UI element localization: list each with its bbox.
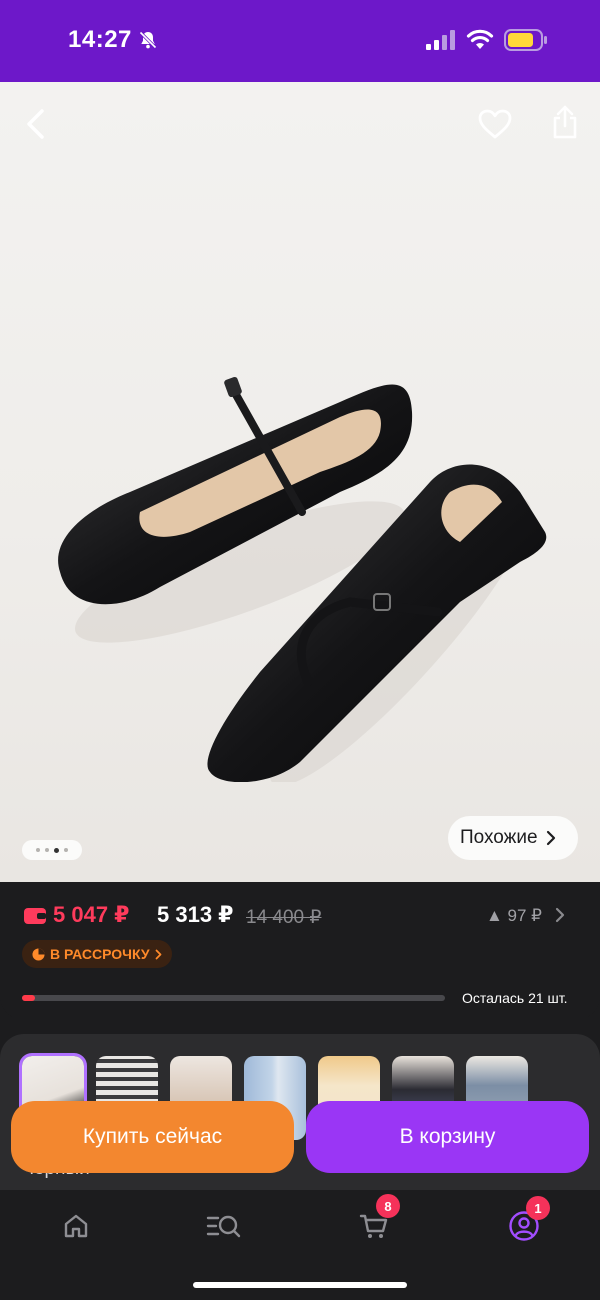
stock-progress-bar: [22, 995, 445, 1001]
chevron-right-icon: [546, 830, 555, 846]
installment-badge[interactable]: В РАССРОЧКУ: [22, 940, 172, 968]
share-icon: [553, 105, 577, 139]
share-button[interactable]: [541, 98, 589, 146]
tab-home[interactable]: [52, 1202, 100, 1250]
cart-badge: 8: [376, 1194, 400, 1218]
cellular-signal-icon: [426, 30, 455, 50]
catalog-search-icon: [206, 1215, 241, 1238]
price: 5 313 ₽: [157, 902, 234, 927]
similar-button[interactable]: Похожие: [448, 816, 578, 860]
profile-badge: 1: [526, 1196, 550, 1220]
tab-catalog[interactable]: [200, 1202, 248, 1250]
wifi-icon: [466, 29, 494, 49]
installment-label: В РАССРОЧКУ: [50, 946, 150, 962]
pie-chart-icon: [32, 947, 45, 961]
wallet-price: 5 047 ₽: [53, 902, 130, 927]
gallery-pagination: [22, 840, 82, 860]
favorite-button[interactable]: [471, 100, 519, 148]
add-to-cart-button[interactable]: В корзину: [306, 1101, 589, 1173]
home-icon: [64, 1214, 88, 1238]
stock-text: Осталась 21 шт.: [462, 990, 568, 1006]
bell-slash-icon: [139, 31, 157, 49]
chevron-right-icon[interactable]: [554, 906, 566, 924]
old-price: 14 400 ₽: [246, 907, 322, 928]
back-icon: [27, 109, 44, 139]
price-change[interactable]: ▲ 97 ₽: [486, 906, 542, 926]
product-gallery[interactable]: Похожие: [0, 82, 600, 882]
pagination-dot: [64, 848, 68, 852]
wallet-icon: [24, 908, 46, 924]
stock-progress-fill: [22, 995, 35, 1001]
heart-icon: [478, 109, 512, 139]
back-button[interactable]: [12, 100, 60, 148]
similar-label: Похожие: [460, 827, 538, 848]
home-indicator: [193, 1282, 407, 1288]
pagination-dot: [45, 848, 49, 852]
price-card: 5 047 ₽ 5 313 ₽ 14 400 ₽ ▲ 97 ₽ В РАССРО…: [0, 882, 600, 1020]
status-bar: 14:27: [0, 0, 600, 82]
status-time: 14:27: [68, 26, 132, 53]
pagination-dot: [36, 848, 40, 852]
pagination-dot-active: [54, 847, 59, 853]
buy-now-button[interactable]: Купить сейчас: [11, 1101, 294, 1173]
product-photo: [58, 376, 547, 782]
chevron-right-icon: [155, 949, 161, 959]
battery-icon: [504, 29, 547, 51]
